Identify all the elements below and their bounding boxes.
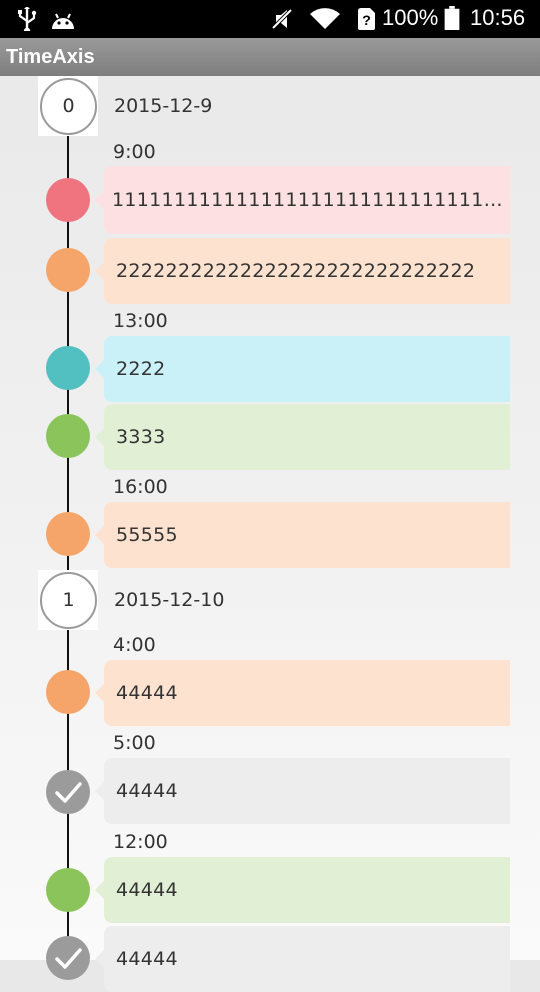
entry-text: 3333	[116, 426, 166, 448]
timeline-entry[interactable]: 2222	[95, 336, 510, 402]
status-bar: ? 100% 10:56	[0, 0, 540, 38]
timeline-entry[interactable]: 44444	[95, 660, 510, 726]
day-node: 1	[38, 570, 98, 630]
battery-icon	[444, 6, 460, 30]
time-label: 5:00	[113, 732, 156, 754]
status-dot	[46, 248, 90, 292]
entry-text: 44444	[116, 879, 178, 901]
time-label: 12:00	[113, 831, 168, 853]
status-dot	[46, 868, 90, 912]
timeline-entry[interactable]: 55555	[95, 502, 510, 568]
day-node: 0	[38, 76, 98, 136]
sim-unknown-icon: ?	[358, 8, 375, 30]
time-label: 13:00	[113, 310, 168, 332]
time-label: 16:00	[113, 476, 168, 498]
app-title: TimeAxis	[6, 46, 95, 68]
time-label: 9:00	[113, 141, 156, 163]
mute-icon	[271, 8, 293, 30]
day-date: 2015-12-9	[114, 95, 213, 117]
check-icon	[55, 948, 82, 969]
timeline-entry[interactable]: 44444	[95, 758, 510, 824]
time-label: 4:00	[113, 634, 156, 656]
timeline-entry[interactable]: 44444	[95, 926, 510, 992]
done-check-dot	[46, 936, 90, 980]
status-dot	[46, 178, 90, 222]
done-check-dot	[46, 770, 90, 814]
entry-text: 2222	[116, 358, 166, 380]
day-index-circle: 1	[40, 572, 97, 629]
usb-icon	[18, 7, 37, 31]
entry-text: 44444	[116, 682, 178, 704]
timeline-entry[interactable]: 44444	[95, 857, 510, 923]
svg-text:?: ?	[362, 12, 371, 28]
android-debug-icon	[52, 13, 74, 29]
wifi-icon	[310, 8, 340, 29]
status-dot	[46, 512, 90, 556]
status-dot	[46, 670, 90, 714]
timeline-entry[interactable]: 3333	[95, 404, 510, 470]
entry-text: 22222222222222222222222222222	[116, 260, 476, 282]
day-index-circle: 0	[40, 78, 97, 135]
check-icon	[55, 782, 82, 803]
clock: 10:56	[470, 5, 526, 30]
timeline-entry[interactable]: 1111111111111111111111111111111111111	[95, 166, 510, 234]
status-dot	[46, 346, 90, 390]
app-bar: TimeAxis	[0, 38, 540, 76]
entry-text: 44444	[116, 948, 178, 970]
day-date: 2015-12-10	[114, 589, 225, 611]
entry-text: 55555	[116, 524, 178, 546]
battery-percent: 100%	[382, 5, 439, 30]
entry-text: 44444	[116, 780, 178, 802]
entry-text: 1111111111111111111111111111111111111	[112, 189, 510, 211]
status-dot	[46, 414, 90, 458]
timeline-entry[interactable]: 22222222222222222222222222222	[95, 238, 510, 304]
